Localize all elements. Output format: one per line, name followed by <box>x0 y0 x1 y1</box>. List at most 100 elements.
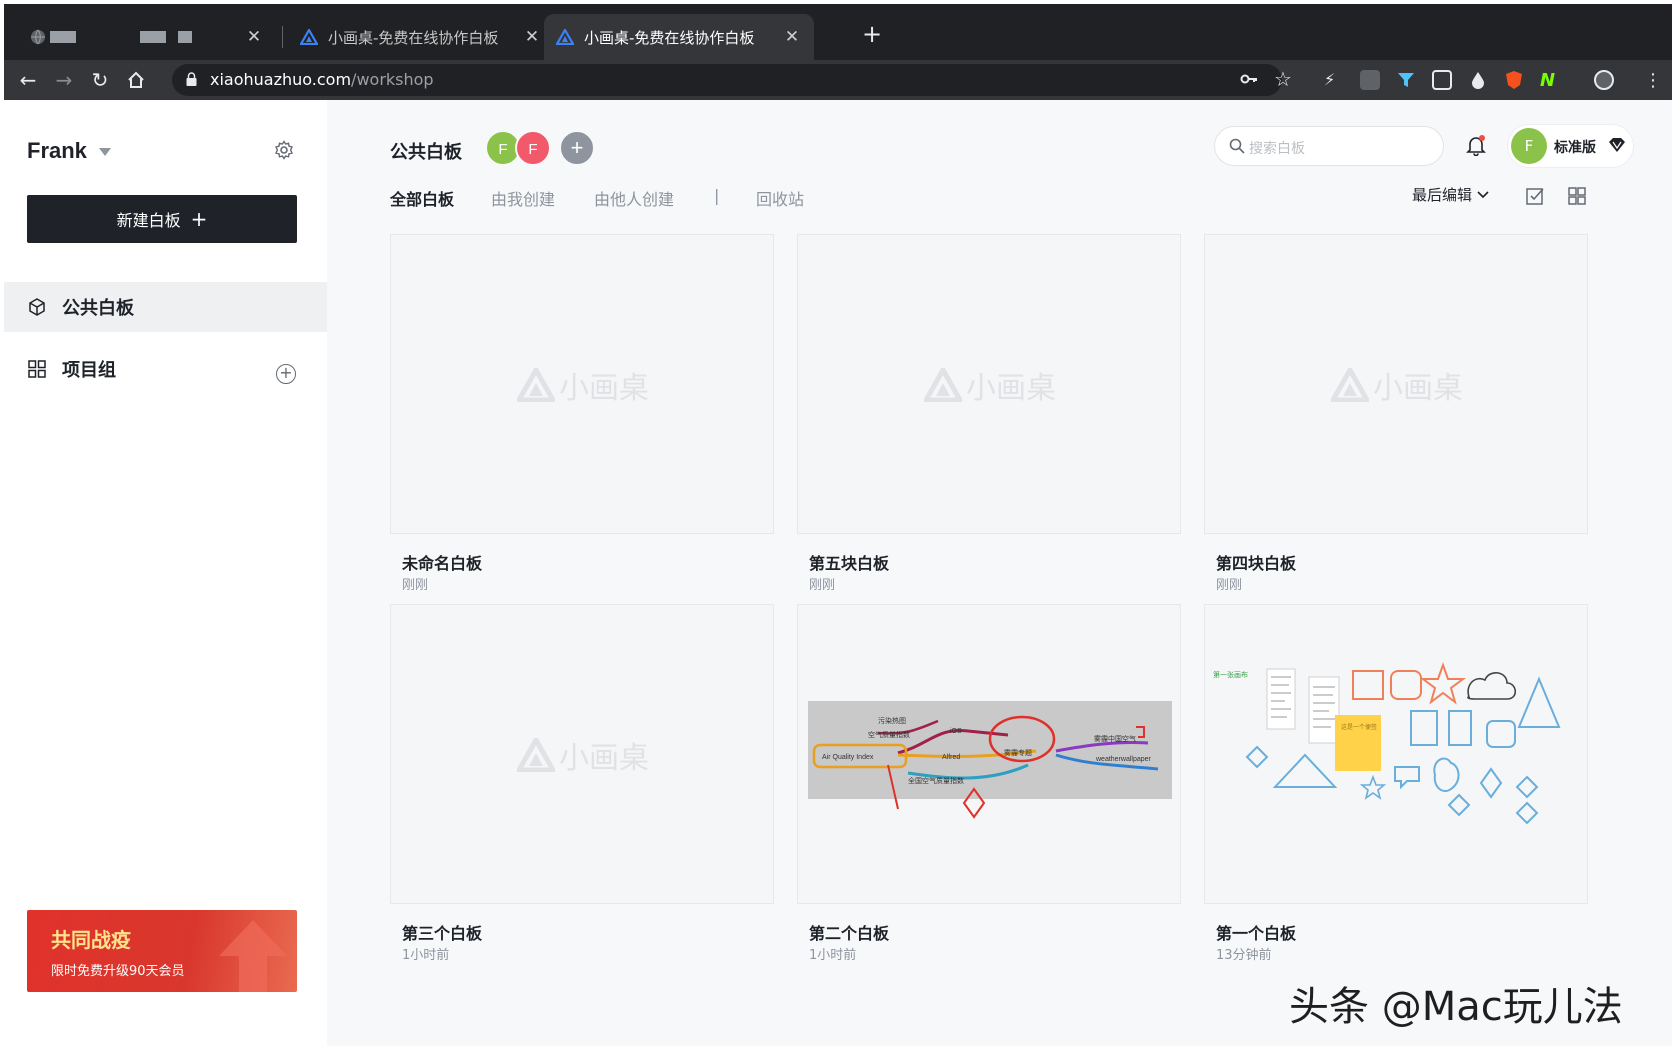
tab-created-by-me[interactable]: 由我创建 <box>491 186 555 210</box>
browser-toolbar: ← → ↻ xiaohuazhuo.com/workshop ☆ ⚡ N ⋮ <box>4 60 1672 100</box>
xiaohuazhuo-logo-icon <box>1331 368 1369 402</box>
board-name: 第三个白板 <box>402 924 483 943</box>
address-bar[interactable]: xiaohuazhuo.com/workshop ☆ <box>172 64 1292 96</box>
browser-tab-1[interactable]: ✕ <box>18 14 276 60</box>
sidebar-item-label: 公共白板 <box>62 298 134 319</box>
chevron-down-icon <box>1477 191 1489 199</box>
add-member-button[interactable]: + <box>559 130 595 166</box>
board-thumbnail[interactable]: 污染热图 空气质量指数 iOS Air Quality Index Alfred… <box>797 604 1181 904</box>
board-time: 1小时前 <box>809 948 857 963</box>
close-tab-icon[interactable]: ✕ <box>522 27 542 47</box>
mindmap-node: Alfred <box>942 754 960 761</box>
board-name: 第四块白板 <box>1216 554 1297 573</box>
close-tab-icon[interactable]: ✕ <box>244 27 264 47</box>
board-thumbnail[interactable]: 小画桌 <box>1204 234 1588 534</box>
new-board-button[interactable]: 新建白板 + <box>27 195 297 243</box>
globe-icon <box>31 29 45 45</box>
board-card[interactable]: 小画桌 第三个白板 1小时前 <box>390 604 774 964</box>
checkbox-select-icon[interactable] <box>1525 186 1545 206</box>
bell-icon[interactable] <box>1465 134 1487 156</box>
sort-dropdown[interactable]: 最后编辑 <box>1412 184 1489 205</box>
browser-tab-bar: ✕ 小画桌-免费在线协作白板 ✕ 小画桌-免费在线协作白板 ✕ + <box>4 4 1672 60</box>
asterisk-extension-icon[interactable] <box>1360 70 1380 90</box>
board-name: 未命名白板 <box>402 554 483 573</box>
shapes-preview: 第一张画布 这是一个便签 <box>1213 662 1561 825</box>
xiaohuazhuo-logo-icon <box>556 29 574 45</box>
redacted-block <box>140 31 166 43</box>
new-board-label: 新建白板 <box>116 211 181 230</box>
home-icon[interactable] <box>122 66 150 94</box>
watermark: 小画桌 <box>924 363 1056 407</box>
tab-title: 小画桌-免费在线协作白板 <box>584 28 755 47</box>
plan-label: 标准版 <box>1554 140 1596 156</box>
new-tab-button[interactable]: + <box>862 22 882 46</box>
cube-icon <box>29 298 45 316</box>
mindmap-node: 空气质量指数 <box>868 730 910 739</box>
caret-down-icon[interactable] <box>99 148 111 156</box>
tab-recycle-bin[interactable]: 回收站 <box>756 186 804 210</box>
browser-tab-2[interactable]: 小画桌-免费在线协作白板 ✕ <box>288 14 554 60</box>
board-time: 刚刚 <box>1216 578 1243 593</box>
watermark-label: 小画桌 <box>559 741 649 776</box>
tab-divider: | <box>714 186 720 205</box>
more-menu-icon[interactable]: ⋮ <box>1644 70 1662 91</box>
up-arrow-icon <box>219 920 287 992</box>
forward-icon[interactable]: → <box>50 66 78 94</box>
main-content: 公共白板 F F + 全部白板 由我创建 由他人创建 | 回收站 搜索白板 F … <box>327 100 1672 1046</box>
board-name: 第二个白板 <box>809 924 890 943</box>
bookmark-star-icon[interactable]: ☆ <box>1274 67 1292 91</box>
board-card[interactable]: 小画桌 第五块白板 刚刚 <box>797 234 1181 594</box>
board-thumbnail[interactable]: 小画桌 <box>390 234 774 534</box>
board-card[interactable]: 小画桌 第四块白板 刚刚 <box>1204 234 1588 594</box>
key-icon[interactable] <box>1240 70 1258 93</box>
tab-created-by-others[interactable]: 由他人创建 <box>594 186 674 210</box>
profile-avatar-icon[interactable] <box>1594 70 1614 90</box>
sidebar-item-public-boards[interactable]: 公共白板 <box>4 282 327 332</box>
watermark-label: 小画桌 <box>1373 371 1463 406</box>
sidebar: Frank 新建白板 + 公共白板 项目组 + 共同战疫 限时免费升级90天会员 <box>4 100 327 1046</box>
browser-tab-3[interactable]: 小画桌-免费在线协作白板 ✕ <box>544 14 814 60</box>
member-avatar[interactable]: F <box>515 130 551 166</box>
back-icon[interactable]: ← <box>14 66 42 94</box>
watermark-label: 小画桌 <box>966 371 1056 406</box>
reload-icon[interactable]: ↻ <box>86 66 114 94</box>
drop-extension-icon[interactable] <box>1468 70 1488 90</box>
board-time: 刚刚 <box>809 578 836 593</box>
browser-window: ✕ 小画桌-免费在线协作白板 ✕ 小画桌-免费在线协作白板 ✕ + ← → ↻ … <box>4 4 1672 1046</box>
xiaohuazhuo-logo-icon <box>517 368 555 402</box>
tab-all-boards[interactable]: 全部白板 <box>390 186 454 210</box>
board-card[interactable]: 小画桌 未命名白板 刚刚 <box>390 234 774 594</box>
board-time: 1小时前 <box>402 948 450 963</box>
image-extension-icon[interactable] <box>1432 70 1452 90</box>
xiaohuazhuo-logo-icon <box>300 29 318 45</box>
board-card[interactable]: 污染热图 空气质量指数 iOS Air Quality Index Alfred… <box>797 604 1181 964</box>
url-path: /workshop <box>351 70 434 89</box>
bolt-extension-icon[interactable]: ⚡ <box>1324 70 1344 90</box>
mindmap-node: 污染热图 <box>878 716 906 725</box>
watermark: 小画桌 <box>517 733 649 777</box>
promo-title: 共同战疫 <box>51 928 131 952</box>
sort-label: 最后编辑 <box>1412 186 1473 204</box>
search-input[interactable]: 搜索白板 <box>1214 126 1444 166</box>
n-extension-icon[interactable]: N <box>1540 70 1560 91</box>
plan-badge[interactable]: F 标准版 <box>1507 124 1634 168</box>
workspace-name[interactable]: Frank <box>27 138 87 164</box>
watermark-label: 小画桌 <box>559 371 649 406</box>
mindmap-node: 雾霾中国空气 <box>1094 734 1136 743</box>
board-thumbnail[interactable]: 第一张画布 这是一个便签 <box>1204 604 1588 904</box>
shield-extension-icon[interactable] <box>1504 70 1524 90</box>
board-thumbnail[interactable]: 小画桌 <box>390 604 774 904</box>
board-time: 刚刚 <box>402 578 429 593</box>
mindmap-node: 雾霾专题 <box>1004 748 1032 757</box>
add-project-group-icon[interactable]: + <box>276 364 296 384</box>
board-card[interactable]: 第一张画布 这是一个便签 第一个白板 13分钟前 <box>1204 604 1588 964</box>
grid-view-icon[interactable] <box>1567 186 1587 206</box>
gear-icon[interactable] <box>274 140 294 160</box>
mindmap-node: weatherwallpaper <box>1095 756 1152 763</box>
board-thumbnail[interactable]: 小画桌 <box>797 234 1181 534</box>
search-placeholder: 搜索白板 <box>1249 141 1305 157</box>
tab-title: 小画桌-免费在线协作白板 <box>328 28 499 47</box>
close-tab-icon[interactable]: ✕ <box>782 27 802 47</box>
filter-extension-icon[interactable] <box>1396 70 1416 90</box>
promo-banner[interactable]: 共同战疫 限时免费升级90天会员 <box>27 910 297 992</box>
